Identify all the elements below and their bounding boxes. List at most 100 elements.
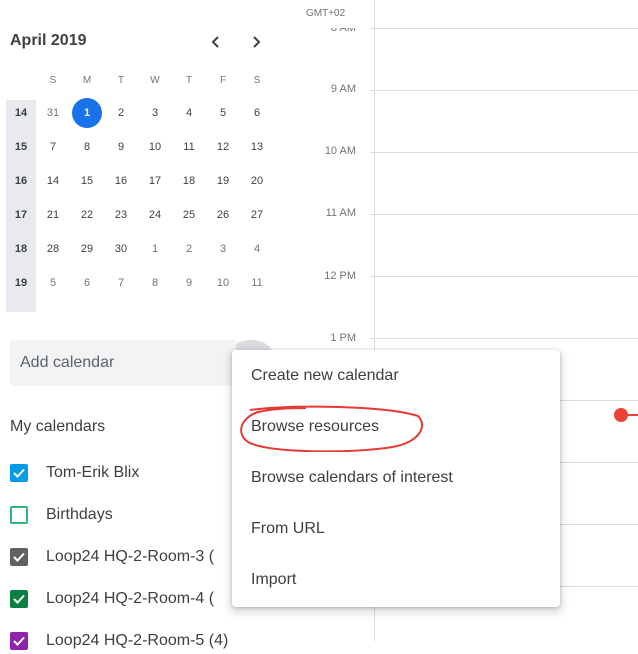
hour-label: 8 AM (330, 22, 356, 34)
calendar-label: Loop24 HQ-2-Room-5 (4) (46, 632, 229, 649)
hour-gridline (370, 152, 638, 153)
calendar-checkbox[interactable] (10, 590, 28, 608)
chevron-left-icon (211, 36, 219, 48)
chevron-right-icon (253, 36, 261, 48)
calendar-list-item[interactable]: Tom-Erik Blix (10, 460, 139, 486)
calendar-checkbox[interactable] (10, 548, 28, 566)
day-cell[interactable]: 18 (172, 164, 206, 198)
weekday-label: S (253, 74, 261, 86)
weekday-label: S (49, 74, 57, 86)
day-cell[interactable]: 3 (206, 232, 240, 266)
next-month-button[interactable] (243, 28, 269, 56)
hour-gridline (370, 28, 638, 29)
week-number[interactable]: 18 (6, 232, 36, 266)
timezone-label: GMT+02 (306, 8, 346, 19)
day-cell[interactable]: 19 (206, 164, 240, 198)
day-cell[interactable]: 4 (240, 232, 274, 266)
my-calendars-heading[interactable]: My calendars (10, 418, 105, 436)
day-cell[interactable]: 12 (206, 130, 240, 164)
hour-gridline (370, 214, 638, 215)
weekday-label: M (82, 74, 92, 86)
day-cell[interactable]: 2 (104, 96, 138, 130)
calendar-label: Loop24 HQ-2-Room-4 ( (46, 590, 215, 607)
week-row: 17 21 22 23 24 25 26 27 (6, 198, 274, 232)
day-cell[interactable]: 15 (70, 164, 104, 198)
day-cell[interactable]: 30 (104, 232, 138, 266)
calendar-list-item[interactable]: Loop24 HQ-2-Room-4 ( (10, 586, 214, 612)
day-cell[interactable]: 8 (138, 266, 172, 300)
add-calendar-input[interactable] (10, 340, 236, 386)
weekday-label: T (117, 74, 125, 86)
weekday-label: T (185, 74, 193, 86)
week-number[interactable]: 14 (6, 96, 36, 130)
day-cell[interactable]: 8 (70, 130, 104, 164)
day-cell[interactable]: 28 (36, 232, 70, 266)
mini-calendar-grid: S M T W T F S 14 31 1 2 3 4 5 6 15 7 8 9 10 11 12 13 16 1… (6, 64, 274, 300)
today-marker: 1 (72, 98, 102, 128)
day-cell[interactable]: 23 (104, 198, 138, 232)
week-number[interactable]: 19 (6, 266, 36, 300)
add-calendar-field[interactable] (10, 340, 236, 386)
day-cell[interactable]: 13 (240, 130, 274, 164)
calendar-label: Tom-Erik Blix (46, 464, 140, 481)
day-cell[interactable]: 27 (240, 198, 274, 232)
day-cell[interactable]: 29 (70, 232, 104, 266)
day-cell[interactable]: 5 (206, 96, 240, 130)
day-cell[interactable]: 7 (104, 266, 138, 300)
hour-label: 10 AM (324, 145, 356, 157)
menu-item-browse-calendars-of-interest[interactable]: Browse calendars of interest (232, 454, 560, 502)
day-cell[interactable]: 25 (172, 198, 206, 232)
day-cell[interactable]: 5 (36, 266, 70, 300)
day-cell[interactable]: 6 (70, 266, 104, 300)
day-cell[interactable]: 10 (206, 266, 240, 300)
calendar-list-item[interactable]: Birthdays (10, 502, 113, 528)
add-calendar-menu: Create new calendar Browse resources Bro… (232, 350, 560, 607)
day-cell[interactable]: 10 (138, 130, 172, 164)
menu-item-import[interactable]: Import (232, 556, 560, 604)
checkmark-icon (13, 594, 25, 604)
week-number[interactable]: 17 (6, 198, 36, 232)
day-cell[interactable]: 22 (70, 198, 104, 232)
week-row: 16 14 15 16 17 18 19 20 (6, 164, 274, 198)
checkmark-icon (13, 552, 25, 562)
menu-item-from-url[interactable]: From URL (232, 505, 560, 553)
menu-item-create-new-calendar[interactable]: Create new calendar (232, 352, 560, 400)
calendar-checkbox[interactable] (10, 506, 28, 524)
week-row: 19 5 6 7 8 9 10 11 (6, 266, 274, 300)
day-cell[interactable]: 14 (36, 164, 70, 198)
calendar-checkbox[interactable] (10, 632, 28, 650)
current-time-line (624, 414, 638, 416)
day-cell[interactable]: 11 (240, 266, 274, 300)
day-cell[interactable]: 16 (104, 164, 138, 198)
calendar-list-item[interactable]: Loop24 HQ-2-Room-3 ( (10, 544, 214, 570)
day-cell[interactable]: 11 (172, 130, 206, 164)
day-cell[interactable]: 24 (138, 198, 172, 232)
checkmark-icon (13, 636, 25, 646)
week-number[interactable]: 16 (6, 164, 36, 198)
day-cell[interactable]: 2 (172, 232, 206, 266)
day-cell[interactable]: 1 (138, 232, 172, 266)
red-circle-annotation (240, 405, 423, 452)
calendar-label: Birthdays (46, 506, 113, 523)
day-cell[interactable]: 31 (36, 96, 70, 130)
mini-calendar-title: April 2019 (10, 32, 87, 49)
week-number[interactable]: 15 (6, 130, 36, 164)
day-cell[interactable]: 1 (70, 96, 104, 130)
day-cell[interactable]: 6 (240, 96, 274, 130)
day-cell[interactable]: 17 (138, 164, 172, 198)
calendar-checkbox[interactable] (10, 464, 28, 482)
day-cell[interactable]: 20 (240, 164, 274, 198)
day-cell[interactable]: 9 (104, 130, 138, 164)
day-cell[interactable]: 4 (172, 96, 206, 130)
weekday-label: F (219, 74, 227, 86)
week-row: 15 7 8 9 10 11 12 13 (6, 130, 274, 164)
day-cell[interactable]: 9 (172, 266, 206, 300)
day-cell[interactable]: 26 (206, 198, 240, 232)
day-cell[interactable]: 3 (138, 96, 172, 130)
hour-gridline (370, 276, 638, 277)
prev-month-button[interactable] (203, 28, 229, 56)
hour-label: 9 AM (330, 83, 356, 95)
calendar-list-item[interactable]: Loop24 HQ-2-Room-5 (4) (10, 628, 228, 654)
day-cell[interactable]: 7 (36, 130, 70, 164)
day-cell[interactable]: 21 (36, 198, 70, 232)
